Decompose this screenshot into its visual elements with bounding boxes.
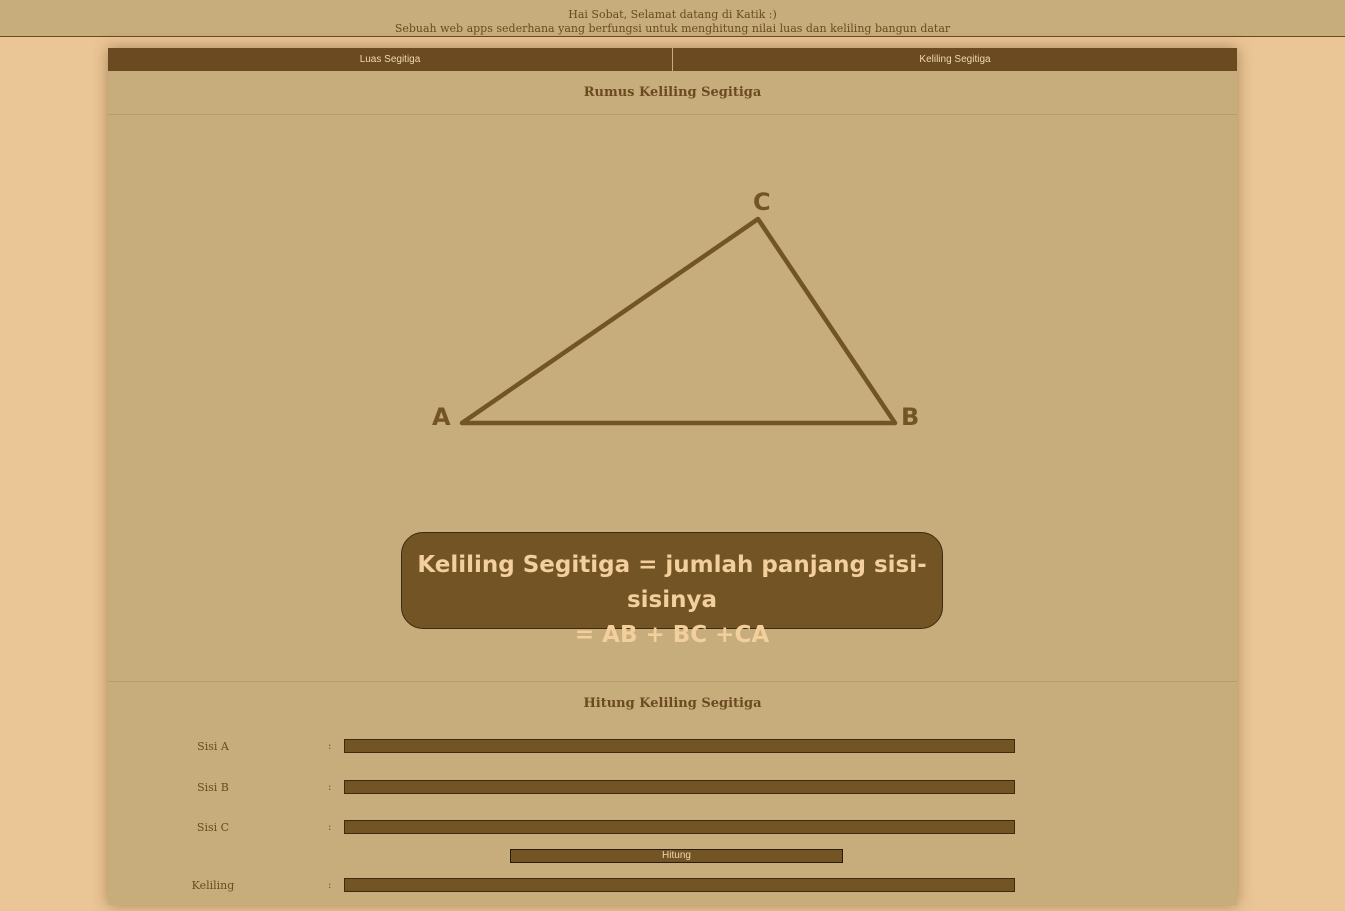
sisi-c-row: Sisi C : bbox=[108, 820, 1237, 836]
keliling-row: Keliling : bbox=[108, 878, 1237, 894]
keliling-output[interactable] bbox=[344, 878, 1015, 892]
main-card: Luas Segitiga Keliling Segitiga Rumus Ke… bbox=[108, 48, 1237, 905]
tab-luas-segitiga[interactable]: Luas Segitiga bbox=[108, 48, 672, 71]
sisi-a-input[interactable] bbox=[344, 739, 1015, 753]
sisi-c-label: Sisi C bbox=[196, 821, 230, 834]
formula-line-2: = AB + BC +CA bbox=[574, 622, 770, 648]
subtitle-text: Sebuah web apps sederhana yang berfungsi… bbox=[394, 22, 951, 35]
sisi-b-colon: : bbox=[328, 782, 332, 793]
vertex-c-label: C bbox=[753, 188, 771, 216]
vertex-a-label: A bbox=[432, 403, 451, 431]
sisi-b-input[interactable] bbox=[344, 780, 1015, 794]
hitung-title: Hitung Keliling Segitiga bbox=[583, 696, 762, 711]
keliling-label: Keliling bbox=[191, 879, 235, 892]
vertex-b-label: B bbox=[901, 403, 919, 431]
hitung-button[interactable]: Hitung bbox=[510, 849, 843, 863]
sisi-a-colon: : bbox=[328, 741, 332, 752]
tab-bar: Luas Segitiga Keliling Segitiga bbox=[108, 48, 1237, 71]
sisi-a-row: Sisi A : bbox=[108, 739, 1237, 755]
formula-box: Keliling Segitiga = jumlah panjang sisi-… bbox=[401, 532, 943, 648]
rumus-title: Rumus Keliling Segitiga bbox=[108, 71, 1237, 115]
sisi-a-label: Sisi A bbox=[197, 740, 229, 753]
site-header: Hai Sobat, Selamat datang di Katik :) Se… bbox=[0, 0, 1345, 37]
triangle-shape bbox=[459, 216, 898, 426]
greeting-text: Hai Sobat, Selamat datang di Katik :) bbox=[568, 8, 777, 21]
sisi-c-colon: : bbox=[328, 822, 332, 833]
tab-keliling-segitiga[interactable]: Keliling Segitiga bbox=[672, 48, 1237, 71]
sisi-b-row: Sisi B : bbox=[108, 780, 1237, 796]
hitung-section: Hitung Keliling Segitiga bbox=[108, 681, 1237, 725]
keliling-colon: : bbox=[328, 880, 332, 891]
formula-line-1: Keliling Segitiga = jumlah panjang sisi-… bbox=[417, 552, 927, 613]
sisi-b-label: Sisi B bbox=[197, 781, 229, 794]
sisi-c-input[interactable] bbox=[344, 820, 1015, 834]
